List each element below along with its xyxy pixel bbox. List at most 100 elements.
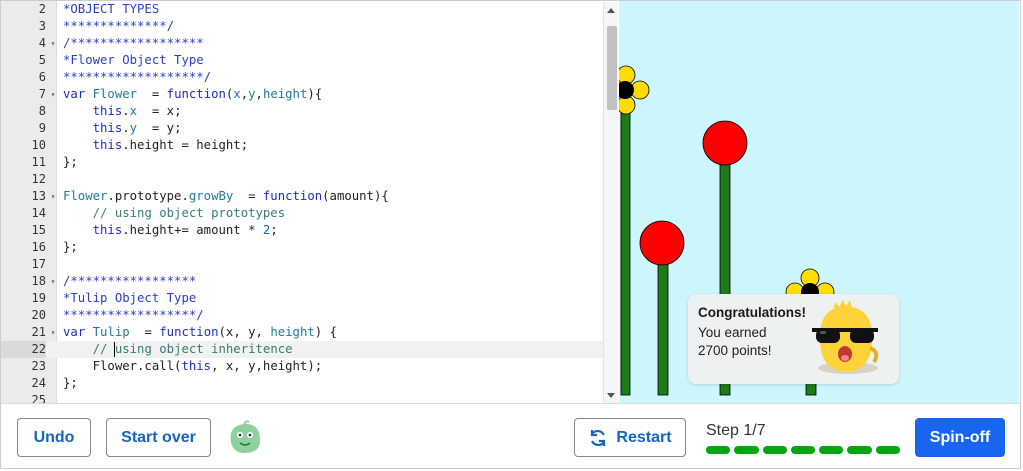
progress-segment (762, 446, 787, 454)
code-line[interactable]: 6 *******************/ (1, 69, 603, 86)
code-token: Flower.call( (63, 359, 182, 373)
code-text[interactable]: *******************/ (63, 69, 211, 86)
code-text[interactable]: }; (63, 239, 78, 256)
code-line[interactable]: 11}; (1, 154, 603, 171)
code-text[interactable]: Flower.call(this, x, y,height); (63, 358, 323, 375)
code-line[interactable]: 12 (1, 171, 603, 188)
line-number: 17 (31, 257, 46, 271)
code-text[interactable]: *OBJECT TYPES (63, 1, 159, 18)
code-token: *Tulip Object Type (63, 291, 197, 305)
progress-segment (875, 446, 900, 454)
code-token: using object inheritence (114, 342, 293, 356)
code-line[interactable]: 7 ▾ var Flower = function(x,y,height){ (1, 86, 603, 103)
step-progress-bar (706, 446, 900, 454)
line-number: 21 (31, 325, 46, 339)
code-token: height (270, 325, 315, 339)
code-line[interactable]: 19 *Tulip Object Type (1, 290, 603, 307)
progress-segment (847, 446, 872, 454)
code-line[interactable]: 21 ▾ var Tulip = function(x, y, height) { (1, 324, 603, 341)
code-line[interactable]: 9 this.y = y; (1, 120, 603, 137)
code-token: ) { (314, 325, 337, 339)
code-line[interactable]: 24}; (1, 375, 603, 392)
editor-scrollbar[interactable] (603, 2, 618, 403)
code-line[interactable]: 14 // using object prototypes (1, 205, 603, 222)
code-line[interactable]: 4 ▾ /****************** (1, 35, 603, 52)
line-number: 16 (31, 240, 46, 254)
code-token: Tulip (92, 325, 130, 339)
fold-arrow-icon[interactable]: ▾ (48, 86, 58, 103)
code-line[interactable]: 15 this.height+= amount * 2; (1, 222, 603, 239)
code-lines[interactable]: 2 *OBJECT TYPES 3 **************/4 ▾/*******… (1, 1, 603, 403)
code-text[interactable]: var Tulip = function(x, y, height) { (63, 324, 337, 341)
code-text[interactable]: ******************/ (63, 307, 204, 324)
code-token: function (166, 87, 226, 101)
code-text[interactable]: *Tulip Object Type (63, 290, 196, 307)
undo-button[interactable]: Undo (17, 418, 91, 457)
restart-button[interactable]: Restart (574, 418, 686, 457)
code-line[interactable]: 17 (1, 256, 603, 273)
line-number: 23 (31, 359, 46, 373)
line-number: 19 (31, 291, 46, 305)
fold-arrow-icon[interactable]: ▾ (48, 273, 58, 290)
code-token: = x; (137, 104, 182, 118)
line-number: 11 (31, 155, 46, 169)
progress-segment (734, 446, 759, 454)
progress-segment (706, 446, 731, 454)
code-text[interactable]: *Flower Object Type (63, 52, 204, 69)
code-token: (x, y, (218, 325, 271, 339)
code-line[interactable]: 18 ▾ /***************** (1, 273, 603, 290)
line-number: 5 (38, 53, 46, 67)
code-line[interactable]: 3 **************/ (1, 18, 603, 35)
code-text[interactable]: }; (63, 375, 78, 392)
scroll-up-arrow-icon[interactable] (607, 8, 615, 13)
step-indicator: Step 1/7 (706, 422, 766, 439)
code-token: growBy (188, 189, 234, 203)
code-line[interactable]: 10 this.height = height; (1, 137, 603, 154)
code-line[interactable]: 25 (1, 392, 603, 403)
code-line[interactable]: 16}; (1, 239, 603, 256)
code-token: (amount){ (322, 189, 389, 203)
code-token: ******************/ (63, 308, 204, 322)
code-text[interactable]: // using object prototypes (63, 205, 286, 222)
code-text[interactable]: /****************** (63, 35, 204, 52)
code-line[interactable]: 8 this.x = x; (1, 103, 603, 120)
code-line[interactable]: 22 // using object inheritence (1, 341, 603, 358)
code-token: = y; (137, 121, 182, 135)
code-text[interactable]: var Flower = function(x,y,height){ (63, 86, 322, 103)
code-token: this (92, 223, 123, 237)
code-text[interactable]: // using object inheritence (63, 341, 293, 358)
code-line[interactable]: 23 Flower.call(this, x, y,height); (1, 358, 603, 375)
code-line[interactable]: 5 *Flower Object Type (1, 52, 603, 69)
line-number: 8 (38, 104, 46, 118)
code-token: , (240, 87, 249, 101)
fold-arrow-icon[interactable]: ▾ (48, 35, 58, 52)
code-text[interactable]: **************/ (63, 18, 174, 35)
scroll-down-arrow-icon[interactable] (607, 393, 615, 398)
line-number: 24 (31, 376, 46, 390)
code-editor[interactable]: 2 *OBJECT TYPES 3 **************/4 ▾/*******… (1, 1, 618, 403)
code-line[interactable]: 13 ▾ Flower.prototype.growBy = function(am… (1, 188, 603, 205)
code-line[interactable]: 20 ******************/ (1, 307, 603, 324)
code-text[interactable]: this.y = y; (63, 120, 182, 137)
fold-arrow-icon[interactable]: ▾ (48, 188, 58, 205)
hint-blob-icon[interactable] (226, 420, 264, 456)
start-over-button[interactable]: Start over (106, 418, 211, 457)
line-number: 9 (38, 121, 46, 135)
code-text[interactable]: this.x = x; (63, 103, 182, 120)
code-text[interactable]: Flower.prototype.growBy = function(amoun… (63, 188, 389, 205)
code-token: this (181, 359, 212, 373)
code-text[interactable]: /***************** (63, 273, 196, 290)
code-text[interactable]: this.height+= amount * 2; (63, 222, 278, 239)
code-line[interactable]: 2 *OBJECT TYPES (1, 1, 603, 18)
progress-segment (819, 446, 844, 454)
code-token: *******************/ (63, 70, 212, 84)
code-token: this (92, 104, 123, 118)
code-text[interactable]: }; (63, 154, 78, 171)
fold-arrow-icon[interactable]: ▾ (48, 324, 58, 341)
scrollbar-thumb[interactable] (607, 26, 617, 110)
code-text[interactable]: this.height = height; (63, 137, 248, 154)
spin-off-button[interactable]: Spin-off (915, 418, 1005, 457)
